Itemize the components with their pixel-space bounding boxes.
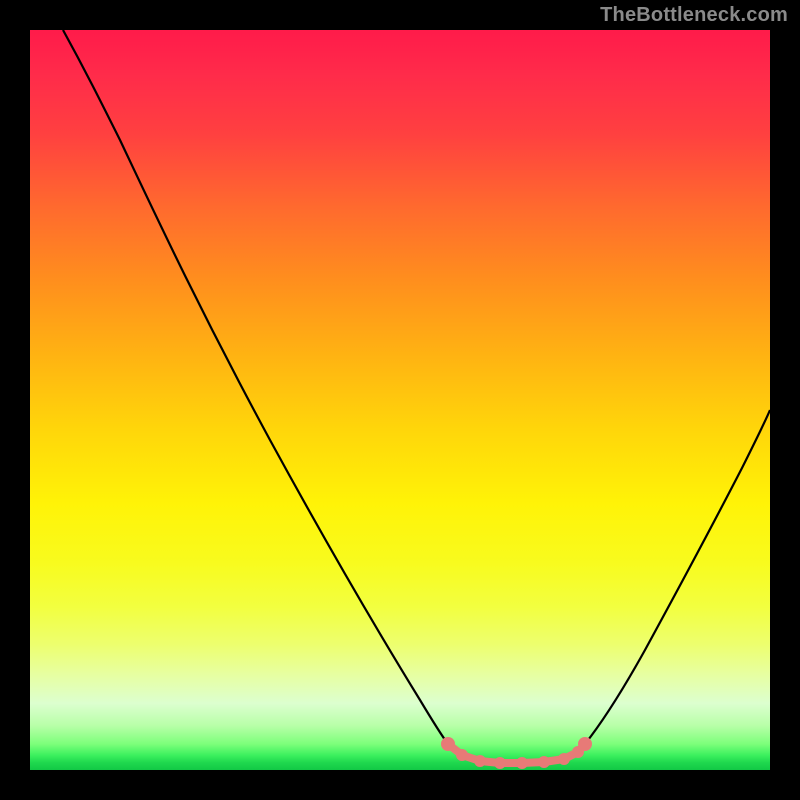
chart-frame: TheBottleneck.com (0, 0, 800, 800)
plot-area (30, 30, 770, 770)
watermark-text: TheBottleneck.com (600, 4, 788, 27)
curves-svg (30, 30, 770, 770)
left-curve (63, 30, 448, 744)
right-curve (585, 410, 770, 744)
